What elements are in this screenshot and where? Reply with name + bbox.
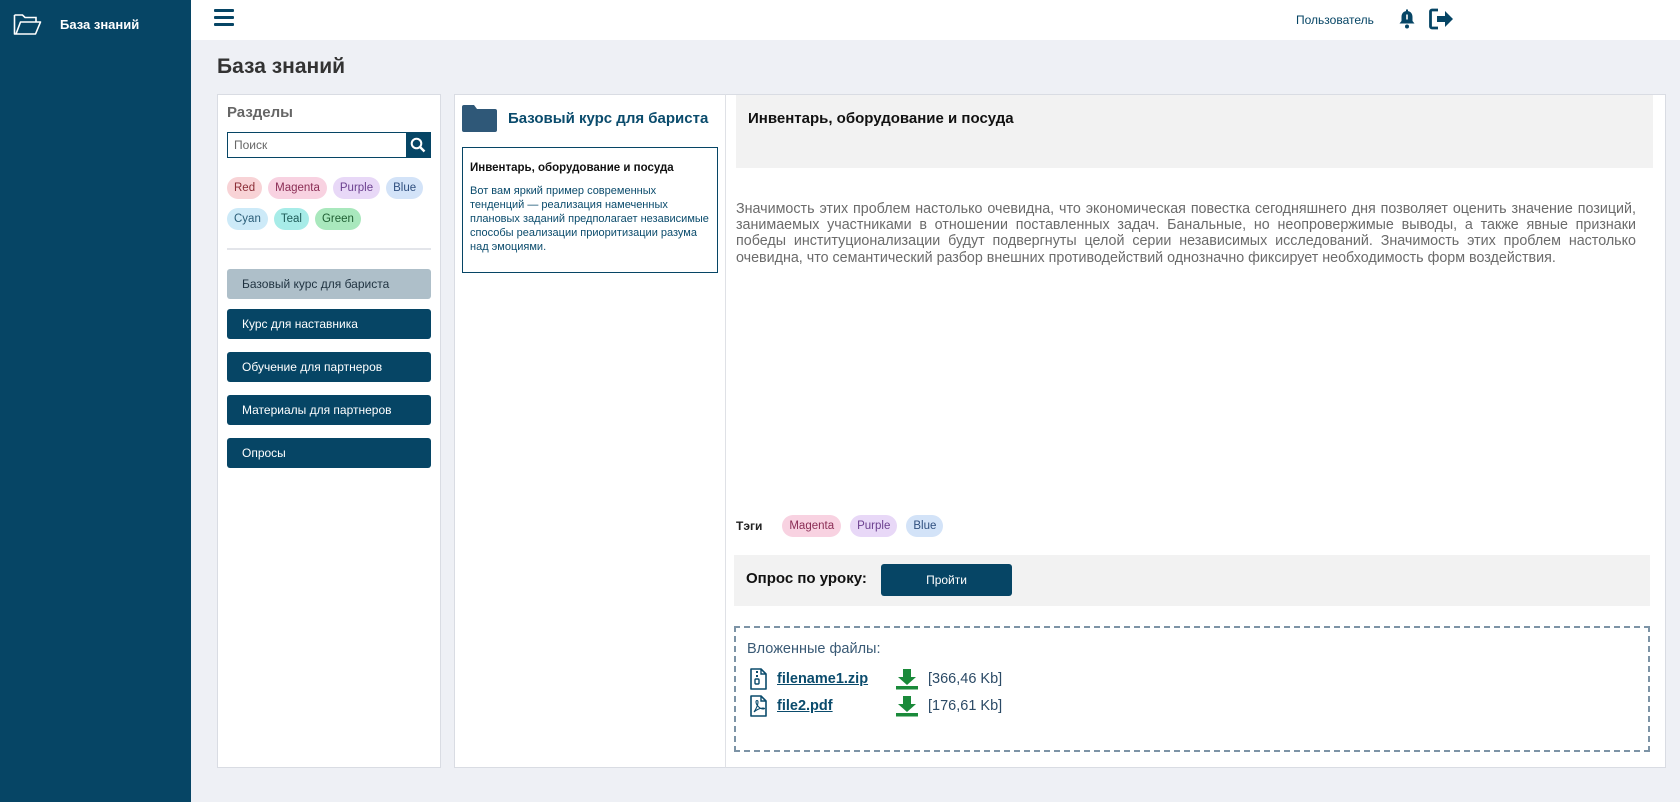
search-box [227, 132, 431, 158]
lesson-card-excerpt: Вот вам яркий пример современных тенденц… [470, 185, 709, 253]
tag-chip[interactable]: Green [314, 208, 361, 230]
sidebar-item-section[interactable]: Базовый курс для бариста [227, 269, 431, 299]
survey-label: Опрос по уроку: [746, 570, 867, 587]
tag-chip[interactable]: Magenta [782, 515, 842, 537]
take-survey-button[interactable]: Пройти [881, 564, 1012, 596]
tag-chip[interactable]: Red [227, 177, 263, 199]
user-menu[interactable]: Пользователь [1296, 13, 1374, 27]
lesson-content-panel: Инвентарь, оборудование и посуда Значимо… [726, 94, 1666, 768]
course-header: Базовый курс для бариста [461, 103, 708, 133]
file-size: [176,61 Kb] [928, 698, 1003, 714]
tag-chip[interactable]: Cyan [227, 208, 268, 230]
search-button[interactable] [406, 133, 430, 157]
folder-icon [462, 105, 497, 132]
tags-label: Тэги [736, 519, 763, 533]
sections-nav: Базовый курс для бариста Курс для наставн… [227, 269, 431, 481]
sections-title: Разделы [227, 104, 293, 121]
course-title: Базовый курс для бариста [508, 109, 709, 127]
brand-label: База знаний [60, 16, 140, 32]
bell-icon[interactable] [1397, 9, 1417, 29]
file-row: file2.pdf [176,61 Kb] [747, 695, 1002, 717]
file-size: [366,46 Kb] [928, 671, 1003, 687]
app-sidebar: База знаний [0, 0, 191, 802]
logout-icon[interactable] [1429, 8, 1455, 30]
file-link[interactable]: file2.pdf [777, 698, 833, 714]
lesson-title: Инвентарь, оборудование и посуда [748, 110, 1014, 127]
sidebar-item-section[interactable]: Курс для наставника [227, 309, 431, 339]
tag-chip[interactable]: Teal [273, 208, 309, 230]
file-link[interactable]: filename1.zip [777, 671, 868, 687]
pdf-file-icon [750, 695, 767, 717]
folder-open-icon [13, 14, 42, 35]
search-icon [410, 137, 426, 153]
hamburger-menu-icon[interactable] [214, 9, 234, 29]
zip-file-icon [750, 668, 767, 690]
course-panel: Базовый курс для бариста Инвентарь, обор… [454, 94, 726, 768]
section-tag-filter: Red Magenta Purple Blue Cyan Teal Green [227, 177, 437, 239]
tag-chip[interactable]: Purple [850, 515, 898, 537]
sections-panel: Разделы RedMagentaPurpleBlue CyanTealGree… [217, 94, 441, 768]
lesson-card-title: Инвентарь, оборудование и посуда [470, 162, 674, 174]
brand-link[interactable]: База знаний [13, 12, 139, 36]
page-title: База знаний [217, 55, 346, 78]
attachments-block: Вложенные файлы: filename1.zip [366,46 K… [734, 626, 1650, 752]
lesson-header: Инвентарь, оборудование и посуда [736, 95, 1653, 168]
search-input[interactable] [228, 133, 406, 157]
survey-block: Опрос по уроку: Пройти [734, 555, 1650, 606]
tag-chip[interactable]: Magenta [268, 177, 327, 199]
attachments-label: Вложенные файлы: [747, 641, 881, 657]
tag-chip[interactable]: Blue [386, 177, 424, 199]
lesson-card[interactable]: Инвентарь, оборудование и посуда Вот вам… [462, 147, 718, 273]
sidebar-item-section[interactable]: Обучение для партнеров [227, 352, 431, 382]
tag-chip[interactable]: Blue [906, 515, 944, 537]
divider [227, 248, 431, 250]
sidebar-item-section[interactable]: Опросы [227, 438, 431, 468]
lesson-tags: Тэги Magenta Purple Blue [736, 515, 952, 537]
file-row: filename1.zip [366,46 Kb] [747, 668, 1002, 690]
download-icon[interactable] [895, 668, 919, 690]
topbar: Пользователь [191, 0, 1680, 40]
lesson-body: Значимость этих проблем настолько очевид… [736, 201, 1636, 266]
sidebar-item-section[interactable]: Материалы для партнеров [227, 395, 431, 425]
download-icon[interactable] [895, 695, 919, 717]
tag-chip[interactable]: Purple [332, 177, 381, 199]
